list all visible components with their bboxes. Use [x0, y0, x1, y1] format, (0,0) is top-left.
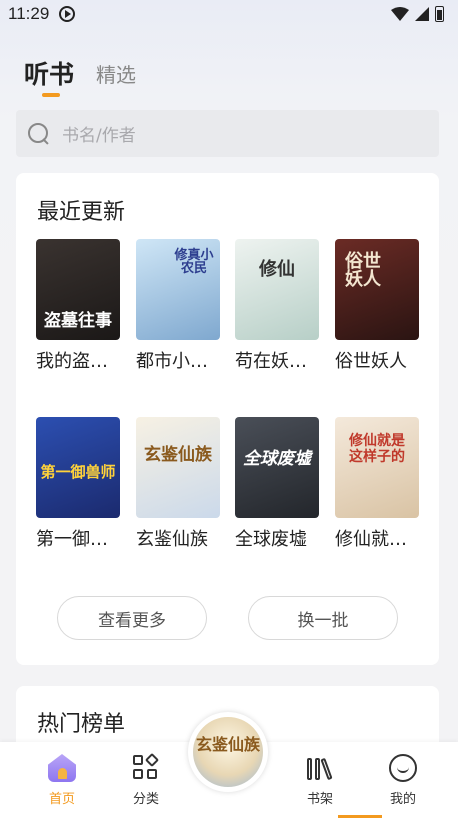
nav-shelf-label: 书架: [306, 792, 333, 807]
book-title: 玄鉴仙族: [136, 529, 208, 550]
nav-category-label: 分类: [132, 792, 159, 807]
book-item[interactable]: 俗世妖人 俗世妖人: [335, 239, 419, 373]
nav-mine-label: 我的: [389, 792, 416, 807]
book-cover-text: 修真小农民: [174, 248, 214, 276]
tab-listen[interactable]: 听书: [24, 55, 75, 97]
book-cover: 修仙: [235, 239, 319, 340]
book-item[interactable]: 修真小农民 都市小…: [136, 239, 220, 373]
book-cover-text: 修仙就是这样子的: [349, 433, 405, 466]
book-title: 苟在妖…: [235, 351, 307, 372]
book-cover-text: 第一御兽师: [40, 463, 116, 481]
book-cover: 俗世妖人: [335, 239, 419, 340]
book-item[interactable]: 全球废墟 全球废墟: [235, 417, 319, 551]
book-item[interactable]: 玄鉴仙族 玄鉴仙族: [136, 417, 220, 551]
book-item[interactable]: 修仙 苟在妖…: [235, 239, 319, 373]
book-cover: 全球废墟: [235, 417, 319, 518]
player-cover-text: 玄鉴仙族: [195, 735, 260, 754]
book-title: 都市小…: [136, 351, 208, 372]
book-cover-text: 俗世妖人: [345, 251, 381, 290]
status-bar: 11:29: [0, 0, 458, 28]
nav-shelf[interactable]: 书架: [290, 754, 350, 807]
search-placeholder: 书名/作者: [62, 126, 136, 146]
recent-updates-card: 最近更新 盗墓往事 我的盗… 修真小农民 都市小… 修仙 苟在妖… 俗世妖人 俗…: [16, 173, 439, 665]
search-icon: [28, 122, 50, 145]
bookshelf-icon: [306, 754, 334, 782]
top-tabs: 听书 精选: [24, 55, 136, 97]
accent-strip: [338, 815, 382, 818]
book-cover-text: 玄鉴仙族: [144, 445, 212, 465]
refresh-batch-button[interactable]: 换一批: [248, 596, 398, 640]
audio-player-button[interactable]: 玄鉴仙族: [188, 712, 268, 792]
book-item[interactable]: 第一御兽师 第一御…: [36, 417, 120, 551]
book-title: 我的盗…: [36, 351, 108, 372]
book-cover-text: 盗墓往事: [44, 311, 112, 331]
tab-featured[interactable]: 精选: [96, 59, 136, 91]
hot-list-title: 热门榜单: [37, 712, 126, 737]
category-icon: [132, 752, 160, 782]
book-cover-text: 全球废墟: [243, 449, 311, 469]
home-icon: [48, 754, 76, 782]
tab-active-indicator: [42, 93, 60, 97]
tab-listen-label: 听书: [24, 60, 75, 89]
media-playing-icon: [59, 6, 76, 22]
book-cover: 修真小农民: [136, 239, 220, 340]
battery-icon: [435, 6, 444, 22]
nav-category[interactable]: 分类: [116, 752, 176, 807]
signal-icon: [415, 7, 429, 21]
status-icons: [391, 6, 444, 22]
nav-home-label: 首页: [48, 792, 75, 807]
book-cover-text: 修仙: [259, 259, 295, 280]
book-cover: 玄鉴仙族: [136, 417, 220, 518]
player-cover: 玄鉴仙族: [193, 717, 263, 787]
wifi-icon: [391, 7, 409, 21]
recent-updates-title: 最近更新: [37, 200, 126, 225]
book-title: 修仙就…: [335, 529, 407, 550]
smile-icon: [389, 754, 417, 782]
book-title: 全球废墟: [235, 529, 307, 550]
status-time: 11:29: [8, 4, 50, 23]
book-cover: 修仙就是这样子的: [335, 417, 419, 518]
book-title: 第一御…: [36, 529, 108, 550]
book-cover: 盗墓往事: [36, 239, 120, 340]
view-more-button[interactable]: 查看更多: [57, 596, 207, 640]
book-item[interactable]: 盗墓往事 我的盗…: [36, 239, 120, 373]
book-cover: 第一御兽师: [36, 417, 120, 518]
nav-mine[interactable]: 我的: [373, 754, 433, 807]
search-bar[interactable]: 书名/作者: [16, 110, 439, 157]
nav-home[interactable]: 首页: [32, 754, 92, 807]
book-item[interactable]: 修仙就是这样子的 修仙就…: [335, 417, 419, 551]
book-title: 俗世妖人: [335, 351, 407, 372]
